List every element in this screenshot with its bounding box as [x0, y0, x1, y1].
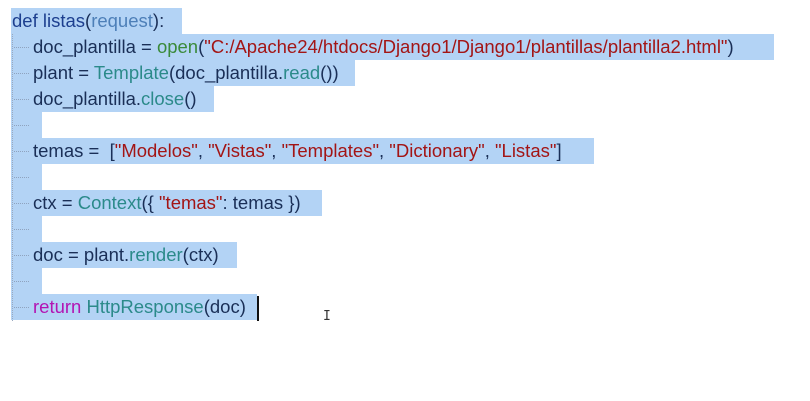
indent-marker [12, 164, 33, 189]
code-line-9[interactable] [12, 216, 33, 241]
keyword-def: def [12, 10, 38, 31]
code-line-10[interactable]: doc = plant.render(ctx) [12, 242, 219, 267]
string-literal: "Modelos" [114, 140, 198, 161]
code-editor[interactable]: def listas(request): doc_plantilla = ope… [0, 0, 810, 401]
parameter: request [91, 10, 153, 31]
string-literal: "temas" [158, 192, 223, 213]
punctuation: , [379, 140, 390, 161]
indent-marker [12, 112, 33, 137]
indent-marker [12, 34, 33, 59]
punctuation: , [271, 140, 282, 161]
indent-marker [12, 268, 33, 293]
method-call: render [129, 244, 183, 265]
string-literal: "Vistas" [208, 140, 272, 161]
code-line-1[interactable]: def listas(request): [12, 8, 164, 33]
object-ref: doc_plantilla. [175, 62, 284, 83]
code-text: (doc) [203, 296, 246, 317]
indent-marker [12, 138, 33, 163]
code-line-5[interactable] [12, 112, 33, 137]
method-call: close [141, 88, 185, 109]
code-line-6[interactable]: temas = ["Modelos", "Vistas", "Templates… [12, 138, 562, 163]
code-line-2[interactable]: doc_plantilla = open("C:/Apache24/htdocs… [12, 34, 734, 59]
punctuation: ) [727, 36, 734, 57]
class-name: Context [77, 192, 142, 213]
i-beam-cursor-icon: I [323, 309, 331, 324]
punctuation: ()) [320, 62, 339, 83]
assignment: doc = plant. [33, 244, 130, 265]
assignment: ctx = [33, 192, 78, 213]
class-name: HttpResponse [86, 296, 204, 317]
indent-marker [12, 216, 33, 241]
text-caret [257, 296, 259, 321]
assignment: temas = [ [33, 140, 115, 161]
indent-marker [12, 242, 33, 267]
indent-marker [12, 294, 33, 319]
string-literal: "Dictionary" [389, 140, 485, 161]
code-text: : temas }) [222, 192, 301, 213]
code-line-8[interactable]: ctx = Context({ "temas": temas }) [12, 190, 301, 215]
object-ref: doc_plantilla. [33, 88, 141, 109]
punctuation: ): [152, 10, 165, 31]
punctuation: , [484, 140, 495, 161]
function-name: listas [42, 10, 86, 31]
code-line-4[interactable]: doc_plantilla.close() [12, 86, 197, 111]
code-line-7[interactable] [12, 164, 33, 189]
code-line-3[interactable]: plant = Template(doc_plantilla.read()) [12, 60, 339, 85]
code-line-12[interactable]: return HttpResponse(doc) [12, 294, 246, 319]
class-name: Template [93, 62, 169, 83]
punctuation: () [184, 88, 197, 109]
assignment: plant = [33, 62, 94, 83]
indent-marker [12, 60, 33, 85]
string-literal: "C:/Apache24/htdocs/Django1/Django1/plan… [204, 36, 728, 57]
indent-marker [12, 86, 33, 111]
string-literal: "Templates" [281, 140, 380, 161]
code-line-11[interactable] [12, 268, 33, 293]
punctuation: ({ [141, 192, 159, 213]
punctuation: ] [556, 140, 562, 161]
method-call: read [283, 62, 321, 83]
assignment: doc_plantilla = [33, 36, 157, 57]
indent-marker [12, 190, 33, 215]
keyword-return: return [33, 296, 82, 317]
punctuation: , [197, 140, 209, 161]
builtin-call: open [156, 36, 199, 57]
string-literal: "Listas" [494, 140, 557, 161]
code-text: (ctx) [182, 244, 219, 265]
